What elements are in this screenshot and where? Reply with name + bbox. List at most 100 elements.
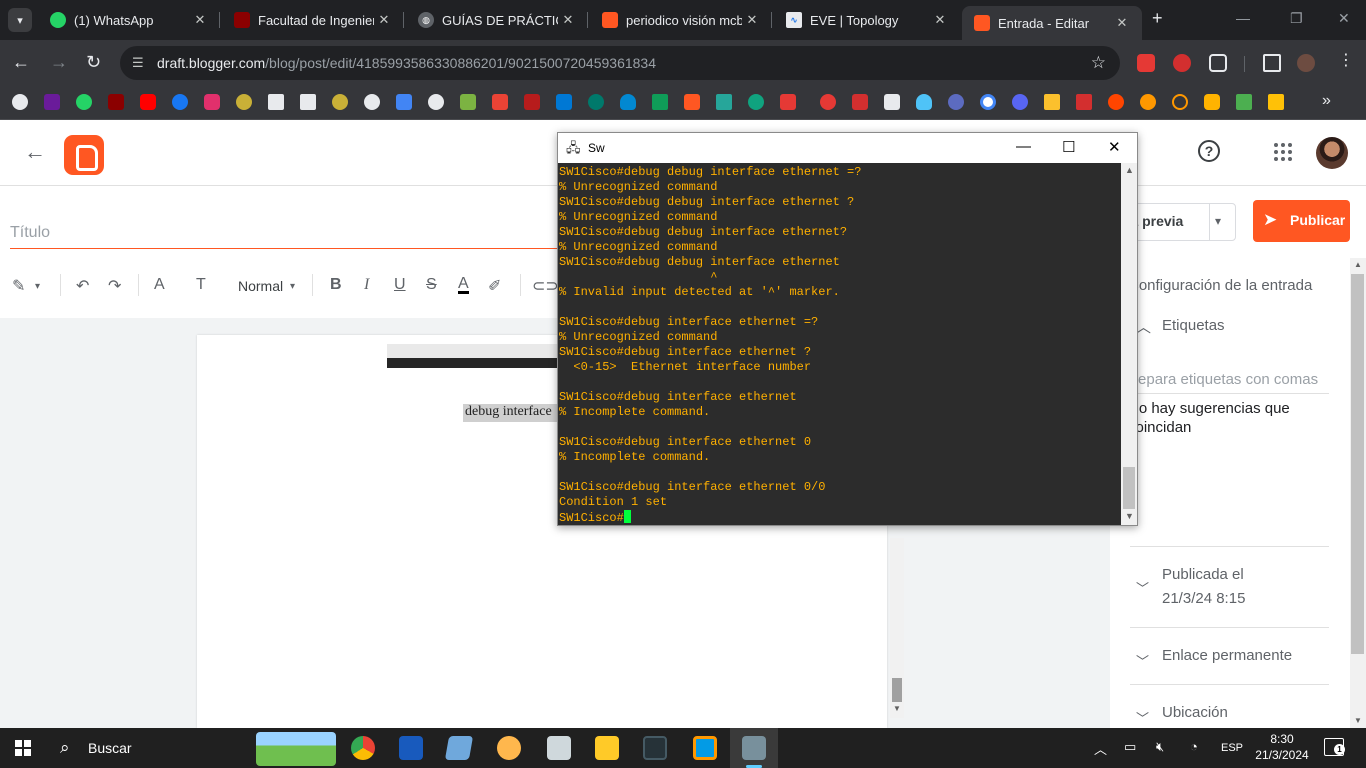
url-text[interactable]: draft.blogger.com/blog/post/edit/4185993… [157, 55, 656, 71]
labels-input[interactable]: Separa etiquetas con comas [1128, 371, 1328, 388]
extension-icon[interactable] [1137, 54, 1155, 72]
more-menu-icon[interactable]: ⋮ [1338, 50, 1356, 69]
bookmark-onedrive-icon[interactable] [620, 94, 636, 110]
labels-section-header[interactable]: Etiquetas [1162, 317, 1225, 334]
paint-icon[interactable] [497, 736, 521, 760]
tab-close-icon[interactable]: ✕ [930, 12, 950, 28]
scroll-down-icon[interactable]: ▼ [1354, 716, 1362, 725]
scroll-up-icon[interactable]: ▲ [1125, 165, 1134, 175]
font-size-icon[interactable]: T [196, 276, 206, 294]
bookmark-instagram-icon[interactable] [204, 94, 220, 110]
minimize-icon[interactable]: — [1016, 138, 1031, 155]
bookmark-google-icon[interactable] [980, 94, 996, 110]
tab-search-icon[interactable]: ▾ [8, 8, 32, 32]
bookmark-icon[interactable] [1140, 94, 1156, 110]
tab-periodico[interactable]: periodico visión mcbr ✕ [590, 4, 772, 36]
scrollbar-thumb[interactable] [892, 678, 902, 702]
bookmark-outlook-icon[interactable] [556, 94, 572, 110]
post-body-text[interactable]: debug interface [463, 404, 558, 422]
italic-icon[interactable]: I [364, 276, 369, 294]
chevron-down-icon[interactable]: ▾ [35, 281, 40, 292]
side-panel-icon[interactable] [1263, 54, 1281, 72]
bookmark-icon[interactable] [1268, 94, 1284, 110]
bookmark-icon[interactable] [1204, 94, 1220, 110]
link-icon[interactable]: ⊂⊃ [532, 276, 559, 296]
bookmark-drive-icon[interactable] [652, 94, 668, 110]
word-icon[interactable] [399, 736, 423, 760]
bookmark-icon[interactable] [884, 94, 900, 110]
bookmark-cloud-icon[interactable] [916, 94, 932, 110]
putty-app-icon[interactable] [742, 736, 766, 760]
bookmark-discord-icon[interactable] [1012, 94, 1028, 110]
tab-whatsapp[interactable]: (1) WhatsApp ✕ [38, 4, 220, 36]
underline-icon[interactable]: U [394, 276, 406, 294]
chevron-down-icon[interactable]: ﹀ [1136, 708, 1149, 727]
compose-mode-icon[interactable]: ✎ [12, 276, 25, 296]
battery-icon[interactable]: ▭ [1124, 739, 1136, 755]
maximize-icon[interactable]: ☐ [1062, 138, 1075, 156]
tab-entrada-editar[interactable]: Entrada - Editar ✕ [962, 6, 1142, 40]
bookmark-icon[interactable] [44, 94, 60, 110]
tray-overflow-icon[interactable]: ︿ [1094, 739, 1107, 758]
bookmarks-overflow-icon[interactable]: » [1322, 92, 1331, 110]
notification-center-icon[interactable]: 1 [1324, 738, 1345, 756]
editor-scrollbar[interactable]: ▼ [890, 538, 904, 718]
tab-close-icon[interactable]: ✕ [742, 12, 762, 28]
tab-eve-topology[interactable]: ∿ EVE | Topology ✕ [774, 4, 960, 36]
undo-icon[interactable]: ↶ [76, 276, 89, 296]
scroll-down-icon[interactable]: ▼ [893, 704, 901, 713]
bookmark-blogger-icon[interactable] [684, 94, 700, 110]
bookmark-icon[interactable] [12, 94, 28, 110]
tab-close-icon[interactable]: ✕ [1112, 15, 1132, 31]
terminal-prompt[interactable]: SW1Cisco# [559, 510, 1121, 525]
bookmark-gmail-icon[interactable] [492, 94, 508, 110]
chevron-down-icon[interactable]: ▾ [1215, 214, 1221, 228]
back-icon[interactable]: ← [12, 52, 30, 73]
bookmark-eve-icon[interactable] [268, 94, 284, 110]
terminal-output[interactable]: SW1Cisco#debug debug interface ethernet … [558, 163, 1121, 525]
taskbar-clock[interactable]: 8:30 21/3/2024 [1254, 731, 1310, 763]
scroll-up-icon[interactable]: ▲ [1354, 260, 1362, 269]
location-section-header[interactable]: Ubicación [1162, 704, 1228, 721]
terminal-scrollbar[interactable]: ▲ ▼ [1121, 163, 1137, 525]
bold-icon[interactable]: B [330, 276, 342, 294]
account-avatar[interactable] [1316, 137, 1348, 169]
help-icon[interactable]: ? [1198, 140, 1220, 162]
post-title-input[interactable]: Título [10, 224, 558, 249]
restore-icon[interactable]: ❐ [1290, 10, 1303, 27]
new-tab-icon[interactable]: + [1152, 8, 1163, 29]
terminal-app-icon[interactable] [643, 736, 667, 760]
bookmark-translate-icon[interactable] [396, 94, 412, 110]
bookmark-icon[interactable] [1172, 94, 1188, 110]
tab-guias[interactable]: ◍ GUÍAS DE PRÁCTICAS ✕ [406, 4, 588, 36]
bookmark-icon[interactable] [332, 94, 348, 110]
bookmark-icon[interactable] [524, 94, 540, 110]
paragraph-style-select[interactable]: Normal [238, 278, 283, 294]
file-explorer-icon[interactable] [595, 736, 619, 760]
wifi-icon[interactable]: ◔ [1190, 739, 1198, 754]
volume-muted-icon[interactable]: 🔇︎ [1156, 739, 1164, 755]
scroll-down-icon[interactable]: ▼ [1125, 511, 1134, 521]
tab-facultad[interactable]: Facultad de Ingeniería ✕ [222, 4, 404, 36]
sidebar-scrollbar[interactable]: ▲ ▼ [1350, 258, 1366, 728]
address-bar[interactable]: ☰ draft.blogger.com/blog/post/edit/41859… [120, 46, 1120, 80]
bookmark-whatsapp-icon[interactable] [76, 94, 92, 110]
profile-avatar[interactable] [1297, 54, 1315, 72]
app-icon[interactable] [693, 736, 717, 760]
bookmark-icon[interactable] [1236, 94, 1252, 110]
bookmark-scihub-icon[interactable] [1076, 94, 1092, 110]
published-label[interactable]: Publicada el [1162, 566, 1244, 583]
chrome-icon[interactable] [351, 736, 375, 760]
chevron-down-icon[interactable]: ﹀ [1136, 578, 1149, 597]
chevron-down-icon[interactable]: ▾ [290, 281, 295, 292]
language-indicator[interactable]: ESP [1221, 742, 1243, 754]
reload-icon[interactable]: ↻ [86, 52, 101, 73]
bookmark-icon[interactable] [108, 94, 124, 110]
highlight-icon[interactable]: ✐ [488, 276, 501, 296]
site-info-icon[interactable]: ☰ [132, 55, 148, 71]
close-window-icon[interactable]: ✕ [1338, 10, 1350, 27]
bookmark-heart-icon[interactable] [820, 94, 836, 110]
extension-icon[interactable] [1173, 54, 1191, 72]
bookmark-globe-icon[interactable] [428, 94, 444, 110]
chevron-up-icon[interactable]: ︿ [1136, 316, 1151, 337]
